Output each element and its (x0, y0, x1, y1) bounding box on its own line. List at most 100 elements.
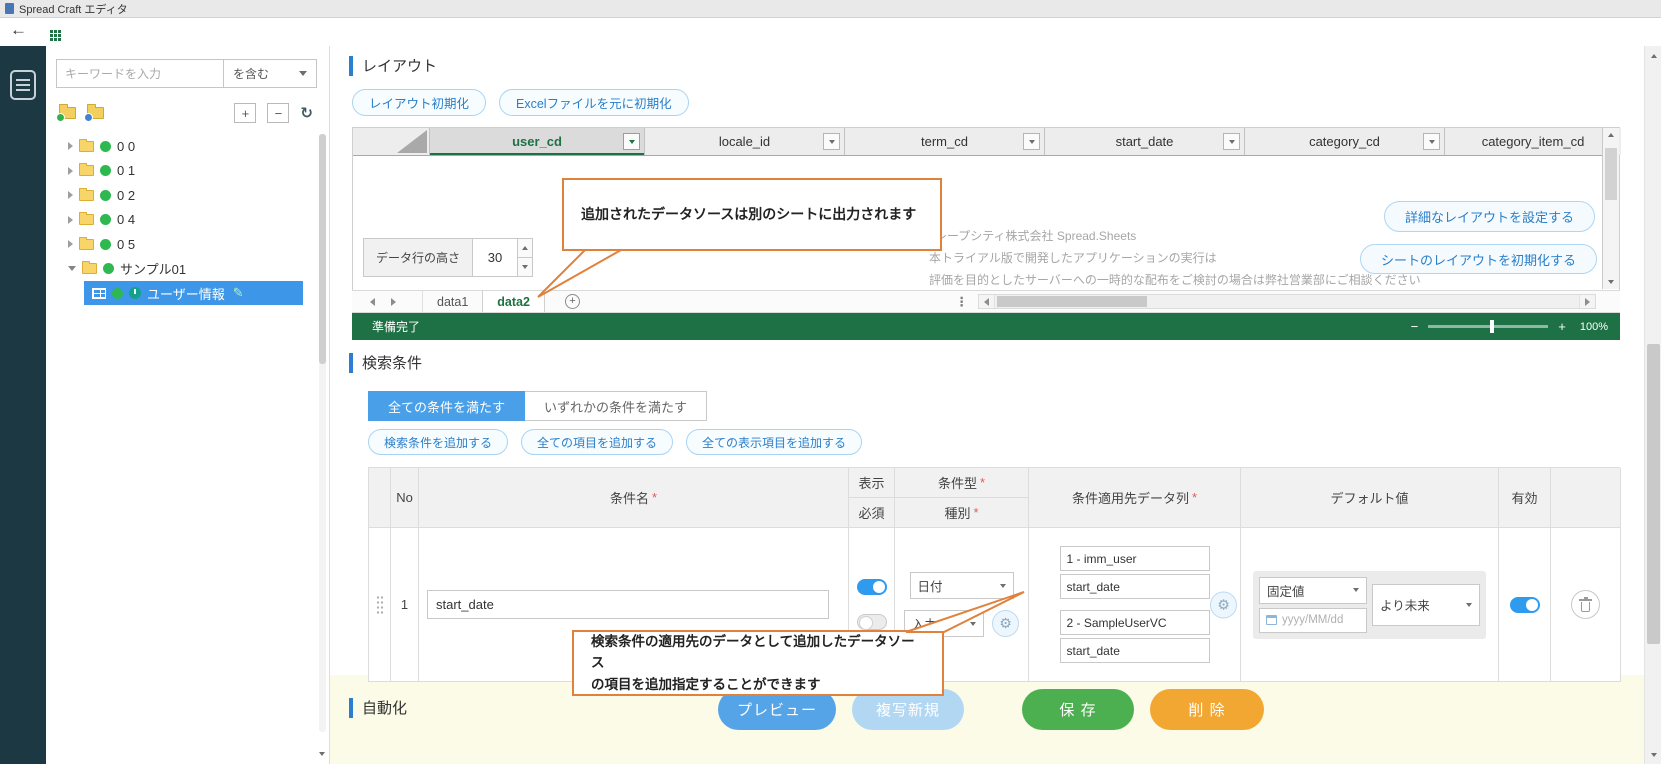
scroll-right-icon[interactable] (1580, 295, 1595, 308)
zoom-slider-thumb[interactable] (1490, 320, 1494, 333)
expand-all-button[interactable]: + (234, 103, 256, 123)
menu-icon[interactable] (10, 70, 36, 100)
tab-nav (370, 298, 396, 306)
tree-item[interactable]: 0 0 (46, 134, 317, 159)
scroll-up-icon[interactable] (1645, 48, 1661, 63)
column-label: term_cd (921, 134, 968, 149)
drag-header-cell (369, 468, 391, 528)
drag-handle-icon[interactable] (376, 595, 384, 614)
zoom-out-icon[interactable]: − (1411, 319, 1419, 334)
annotation-datasource-note: 追加されたデータソースは別のシートに出力されます (562, 178, 942, 251)
row-drag-cell[interactable] (369, 528, 391, 682)
target-column-input-2[interactable] (1060, 638, 1210, 663)
column-header-user-cd[interactable]: user_cd (430, 128, 645, 155)
expander-icon[interactable] (68, 142, 73, 150)
expander-open-icon[interactable] (68, 266, 76, 271)
tree-item[interactable]: 0 1 (46, 159, 317, 184)
section-title: 検索条件 (362, 352, 422, 373)
h-scroll-thumb[interactable] (997, 296, 1147, 307)
match-all-button[interactable]: 全ての条件を満たす (368, 391, 525, 421)
zoom-in-icon[interactable]: + (1558, 319, 1566, 334)
app-icon (5, 3, 14, 14)
expander-icon[interactable] (68, 240, 73, 248)
tree-search: を含む (56, 59, 317, 88)
expander-icon[interactable] (68, 191, 73, 199)
tree-item[interactable]: 0 2 (46, 183, 317, 208)
scroll-up-icon[interactable] (1608, 133, 1614, 137)
row-height-widget: データ行の高さ 30 (363, 238, 533, 277)
collapse-all-button[interactable]: − (267, 103, 289, 123)
default-date-input[interactable]: yyyy/MM/dd (1259, 608, 1367, 633)
condition-name-input[interactable] (427, 590, 829, 619)
selected-tree-item[interactable]: ユーザー情報 ✎ (84, 281, 303, 305)
add-folder-icon[interactable] (59, 107, 76, 119)
tabs-next-icon[interactable] (391, 298, 396, 306)
h-scroll-track[interactable] (994, 295, 1580, 308)
default-type-value: 固定値 (1267, 581, 1305, 600)
target-datasource-input-1[interactable] (1060, 546, 1210, 571)
add-all-items-button[interactable]: 全ての項目を追加する (521, 429, 673, 455)
kebab-icon[interactable]: ⋮ (956, 294, 969, 309)
status-dot-icon (100, 239, 111, 250)
tree-item-sample01[interactable]: サンプル01 (46, 257, 317, 282)
detail-layout-button[interactable]: 詳細なレイアウトを設定する (1384, 201, 1595, 232)
enabled-toggle[interactable] (1510, 597, 1540, 613)
keyword-search-input[interactable] (56, 59, 223, 88)
default-type-select[interactable]: 固定値 (1259, 577, 1367, 604)
chevron-down-icon (1353, 588, 1359, 592)
column-header-start-date[interactable]: start_date (1045, 128, 1245, 155)
status-dot-icon (103, 263, 114, 274)
header-display: 表示 (849, 468, 895, 498)
tabs-prev-icon[interactable] (370, 298, 375, 306)
column-header-category-item-cd[interactable]: category_item_cd (1445, 128, 1621, 155)
target-column-input-1[interactable] (1060, 574, 1210, 599)
scroll-down-icon[interactable] (1645, 747, 1661, 762)
delete-row-button[interactable] (1571, 590, 1600, 619)
page-scrollbar-thumb[interactable] (1647, 344, 1660, 644)
column-filter-icon[interactable] (1223, 133, 1240, 150)
scroll-down-icon[interactable] (1608, 280, 1614, 284)
default-compare-select[interactable]: より未来 (1372, 584, 1480, 626)
sheet-v-scrollbar-thumb[interactable] (1605, 148, 1617, 200)
zoom-slider[interactable] (1428, 325, 1548, 328)
init-layout-button[interactable]: レイアウト初期化 (352, 89, 486, 116)
conditions-table: No 条件名* 表示 必須 条件型* 種別* 条件適用先データ列* デフォルト値… (368, 467, 1620, 682)
tree-scrollbar[interactable] (319, 134, 326, 732)
select-all-corner[interactable] (353, 128, 430, 155)
folder-action-icon[interactable] (87, 107, 104, 119)
expander-icon[interactable] (68, 216, 73, 224)
add-condition-button[interactable]: 検索条件を追加する (368, 429, 508, 455)
display-toggle[interactable] (857, 579, 887, 595)
scroll-left-icon[interactable] (979, 295, 994, 308)
column-header-category-cd[interactable]: category_cd (1245, 128, 1445, 155)
column-header-term-cd[interactable]: term_cd (845, 128, 1045, 155)
tree-item[interactable]: 0 4 (46, 208, 317, 233)
target-datasource-input-2[interactable] (1060, 610, 1210, 635)
init-from-excel-button[interactable]: Excelファイルを元に初期化 (499, 89, 689, 116)
save-button[interactable]: 保 存 (1022, 689, 1134, 730)
column-header-locale-id[interactable]: locale_id (645, 128, 845, 155)
required-toggle[interactable] (857, 614, 887, 630)
delete-button[interactable]: 削 除 (1150, 689, 1264, 730)
tab-data1[interactable]: data1 (422, 291, 482, 312)
init-sheet-layout-button[interactable]: シートのレイアウトを初期化する (1360, 244, 1597, 274)
column-filter-icon[interactable] (823, 133, 840, 150)
column-filter-icon[interactable] (623, 133, 640, 150)
add-all-display-items-button[interactable]: 全ての表示項目を追加する (686, 429, 862, 455)
column-filter-icon[interactable] (1423, 133, 1440, 150)
row-height-input[interactable]: 30 (473, 238, 518, 277)
expander-icon[interactable] (68, 167, 73, 175)
tree-scroll-down-icon[interactable] (319, 752, 325, 756)
tree-item-user-info[interactable]: ユーザー情報 ✎ (46, 281, 317, 306)
tree-scrollbar-thumb[interactable] (319, 134, 326, 364)
target-settings-gear-icon[interactable]: ⚙ (1210, 591, 1237, 618)
column-filter-icon[interactable] (1023, 133, 1040, 150)
back-icon[interactable]: ← (10, 20, 27, 40)
tree-item[interactable]: 0 5 (46, 232, 317, 257)
sheet-v-scrollbar[interactable] (1602, 128, 1619, 289)
sheet-h-scrollbar[interactable] (978, 294, 1596, 309)
match-mode-select[interactable]: を含む (223, 59, 317, 88)
match-any-button[interactable]: いずれかの条件を満たす (525, 391, 707, 421)
refresh-icon[interactable]: ↻ (300, 104, 313, 122)
page-scrollbar[interactable] (1644, 46, 1661, 764)
